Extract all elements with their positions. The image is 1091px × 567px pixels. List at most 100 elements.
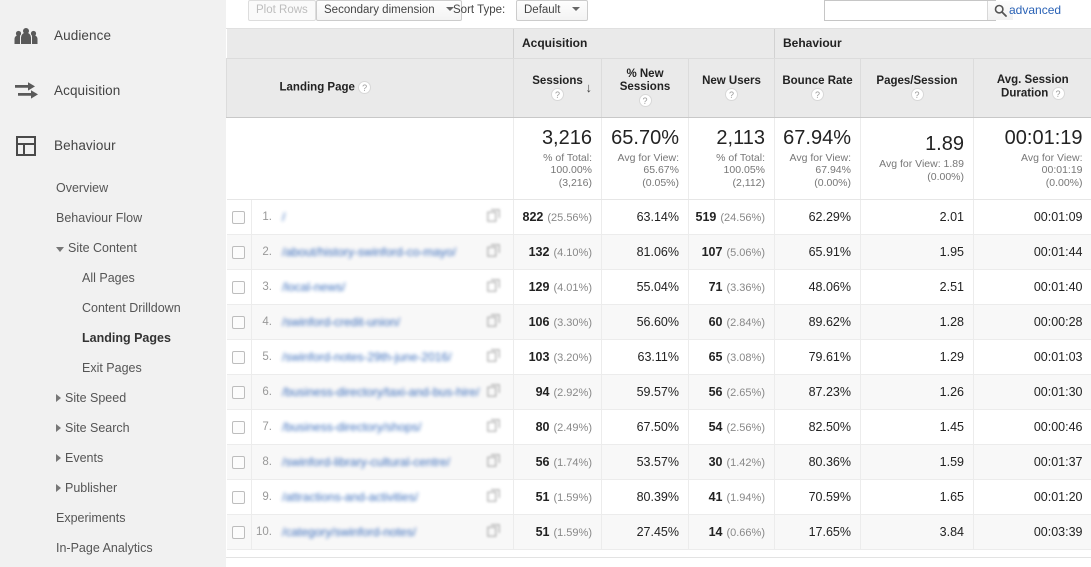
help-icon[interactable]: ? <box>811 87 824 101</box>
sidebar-item-in-page-analytics[interactable]: In-Page Analytics <box>0 533 226 563</box>
cell-sessions: 51 (1.59%) <box>513 479 602 515</box>
column-header-pages-per-session[interactable]: Pages/Session ? <box>860 58 974 118</box>
chevron-down-icon <box>571 6 580 11</box>
open-in-new-window-icon[interactable] <box>487 278 505 295</box>
row-checkbox[interactable] <box>232 455 246 469</box>
row-checkbox[interactable] <box>232 315 246 329</box>
sidebar-item-audience[interactable]: Audience <box>0 8 226 63</box>
row-checkbox[interactable] <box>232 210 246 224</box>
landing-page-link[interactable]: /swinford-notes-29th-june-2016/ <box>282 350 487 364</box>
sidebar-item-site-speed[interactable]: Site Speed <box>0 383 226 413</box>
cell-new-sessions-pct: 56.60% <box>601 304 689 340</box>
help-icon[interactable]: ? <box>910 87 924 101</box>
column-header-sessions[interactable]: Sessions ? ↓ <box>513 58 602 118</box>
sort-type-dropdown[interactable]: Default <box>516 0 588 21</box>
sidebar-item-events[interactable]: Events <box>0 443 226 473</box>
cell-pages-per-session: 1.59 <box>860 444 974 480</box>
sessions-value: 51 <box>535 524 550 539</box>
sidebar-item-landing-pages[interactable]: Landing Pages <box>0 323 226 353</box>
help-icon[interactable]: ? <box>725 87 738 101</box>
caret-right-icon[interactable] <box>56 483 61 492</box>
help-icon[interactable]: ? <box>551 87 564 101</box>
row-checkbox[interactable] <box>232 350 246 364</box>
cell-new-sessions-pct: 53.57% <box>601 444 689 480</box>
search-input[interactable] <box>825 1 987 20</box>
landing-page-link[interactable]: /about/history-swinford-co-mayo/ <box>282 245 487 259</box>
plot-rows-button[interactable]: Plot Rows <box>248 0 316 21</box>
landing-page-link[interactable]: /business-directory/shops/ <box>282 420 487 434</box>
open-in-new-window-icon[interactable] <box>487 208 505 225</box>
caret-right-icon[interactable] <box>56 423 61 432</box>
sidebar-item-overview[interactable]: Overview <box>0 173 226 203</box>
row-index: 10. <box>256 525 272 538</box>
sidebar-item-publisher[interactable]: Publisher <box>0 473 226 503</box>
landing-page-link[interactable]: / <box>282 210 487 224</box>
row-checkbox[interactable] <box>232 385 246 399</box>
landing-page-link[interactable]: /swinford-library-cultural-centre/ <box>282 455 487 469</box>
column-header-avg-session-duration[interactable]: Avg. Session Duration ? <box>972 58 1091 118</box>
open-in-new-window-icon[interactable] <box>487 313 505 330</box>
sessions-percent: (4.01%) <box>553 281 592 294</box>
column-header-new-users[interactable]: New Users ? <box>688 58 775 118</box>
new-users-value: 56 <box>708 384 723 399</box>
sessions-value: 129 <box>528 279 550 294</box>
advanced-search-link[interactable]: advanced <box>1009 0 1061 21</box>
landing-page-link[interactable]: /attractions-and-activities/ <box>282 490 487 504</box>
landing-page-link[interactable]: /business-directory/taxi-and-bus-hire/ <box>282 385 487 399</box>
help-icon[interactable]: ? <box>1051 87 1065 101</box>
help-icon[interactable]: ? <box>358 81 372 94</box>
column-header-bounce-rate[interactable]: Bounce Rate ? <box>774 58 861 118</box>
caret-right-icon[interactable] <box>56 393 61 402</box>
column-header-landing-page[interactable]: Landing Page ? <box>251 58 514 118</box>
open-in-new-window-icon[interactable] <box>487 523 505 540</box>
secondary-dimension-dropdown[interactable]: Secondary dimension <box>316 0 462 21</box>
open-in-new-window-icon[interactable] <box>487 453 505 470</box>
row-checkbox[interactable] <box>232 490 246 504</box>
pages-per-session-value: 1.28 <box>939 314 964 329</box>
sidebar-item-exit-pages[interactable]: Exit Pages <box>0 353 226 383</box>
sidebar-item-acquisition[interactable]: Acquisition <box>0 63 226 118</box>
cell-bounce-rate: 80.36% <box>774 444 861 480</box>
open-in-new-window-icon[interactable] <box>487 418 505 435</box>
new-users-value: 60 <box>708 314 723 329</box>
row-checkbox[interactable] <box>232 280 246 294</box>
caret-down-icon[interactable] <box>56 247 64 253</box>
landing-page-link[interactable]: /swinford-credit-union/ <box>282 315 487 329</box>
summary-blank-checkbox <box>226 117 252 200</box>
main-content-area: Plot Rows Secondary dimension Sort Type:… <box>226 0 1091 567</box>
sidebar-item-site-search[interactable]: Site Search <box>0 413 226 443</box>
sidebar-item-experiments[interactable]: Experiments <box>0 503 226 533</box>
avg-session-duration-value: 00:01:03 <box>1033 349 1083 364</box>
new-sessions-percent: 80.39% <box>636 489 679 504</box>
landing-page-link[interactable]: /local-news/ <box>282 280 487 294</box>
sidebar-item-behaviour-flow[interactable]: Behaviour Flow <box>0 203 226 233</box>
cell-sessions: 129 (4.01%) <box>513 269 602 305</box>
open-in-new-window-icon[interactable] <box>487 348 505 365</box>
new-sessions-percent: 27.45% <box>636 524 679 539</box>
row-index: 4. <box>262 315 272 328</box>
open-in-new-window-icon[interactable] <box>487 488 505 505</box>
row-checkbox[interactable] <box>232 420 246 434</box>
sidebar-item-all-pages[interactable]: All Pages <box>0 263 226 293</box>
bounce-rate-value: 87.23% <box>808 384 851 399</box>
sidebar-item-content-drilldown[interactable]: Content Drilldown <box>0 293 226 323</box>
row-checkbox[interactable] <box>232 245 246 259</box>
summary-subtext: Avg for View: 00:01:19 (0.00%) <box>1021 151 1083 189</box>
column-header-new-sessions-pct[interactable]: % New Sessions ? <box>601 58 689 118</box>
new-sessions-percent: 63.11% <box>637 349 679 364</box>
sidebar-item-behaviour[interactable]: Behaviour <box>0 118 226 173</box>
caret-right-icon[interactable] <box>56 453 61 462</box>
cell-new-sessions-pct: 55.04% <box>601 269 689 305</box>
sort-descending-icon[interactable]: ↓ <box>586 81 593 94</box>
help-icon[interactable]: ? <box>638 94 652 107</box>
open-in-new-window-icon[interactable] <box>487 383 505 400</box>
cell-sessions: 51 (1.59%) <box>513 514 602 550</box>
sidebar-item-label: Behaviour Flow <box>56 211 143 225</box>
open-in-new-window-icon[interactable] <box>487 243 505 260</box>
row-checkbox[interactable] <box>232 525 246 539</box>
cell-pages-per-session: 2.01 <box>860 199 974 235</box>
sidebar-item-site-content[interactable]: Site Content <box>0 233 226 263</box>
avg-session-duration-value: 00:01:30 <box>1033 384 1083 399</box>
sessions-percent: (3.30%) <box>553 316 592 329</box>
landing-page-link[interactable]: /category/swinford-notes/ <box>282 525 487 539</box>
